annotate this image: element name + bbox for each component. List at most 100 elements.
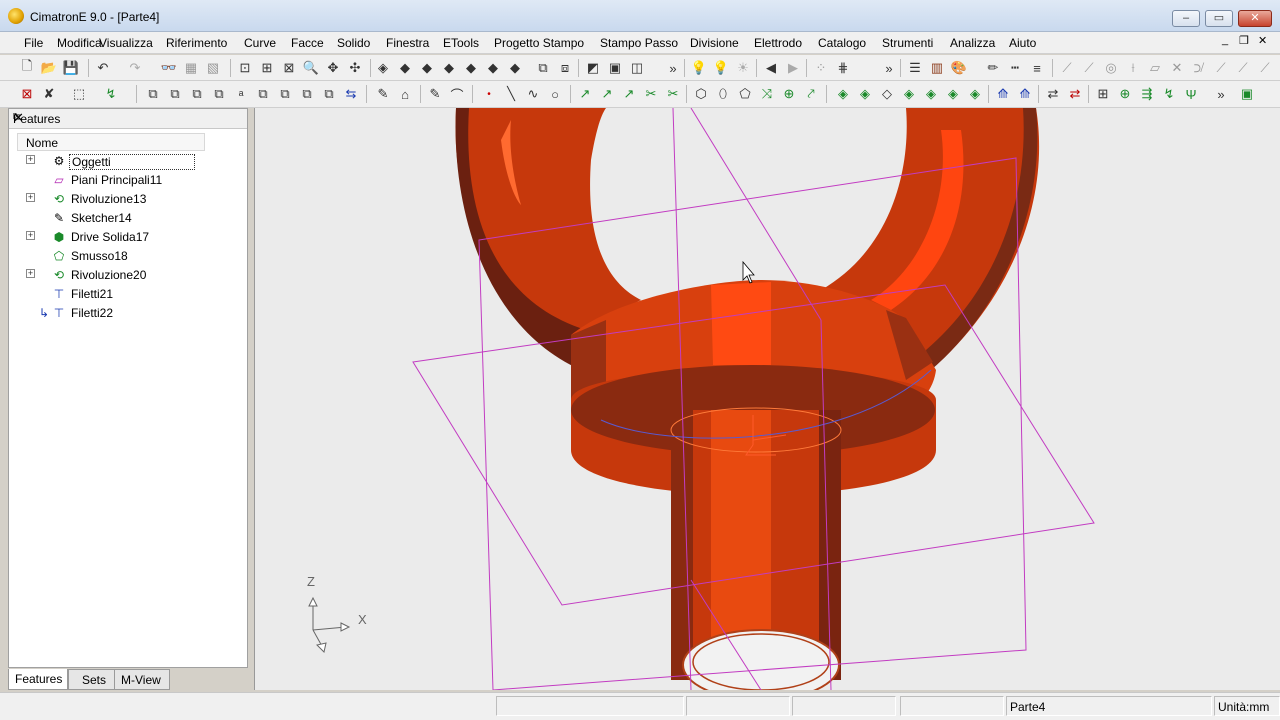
menu-etools[interactable]: ETools [443,36,479,50]
tree-item-smusso18[interactable]: ⬠ Smusso18 [9,247,239,266]
expand-icon[interactable]: + [26,231,35,240]
swap-icon[interactable]: ⇆ [342,85,360,103]
tree-item-drive-solida17[interactable]: + ⬢ Drive Solida17 [9,228,239,247]
layer-icon[interactable]: ☰ [906,59,924,77]
mold-icon[interactable]: ⊞ [1094,85,1112,103]
menu-divisione[interactable]: Divisione [690,36,739,50]
tree-item-oggetti[interactable]: + ⚙ Oggetti [9,152,239,171]
analysis-icon[interactable]: ⇄ [1044,85,1062,103]
curve-tool-10-icon[interactable]: ⟋ [1256,59,1274,77]
save-icon[interactable]: 💾 [62,59,80,77]
pan-icon[interactable]: ✥ [324,59,342,77]
curve-tool-8-icon[interactable]: ⟋ [1212,59,1230,77]
rotate-icon[interactable]: ✣ [346,59,364,77]
menu-progetto-stampo[interactable]: Progetto Stampo [494,36,584,50]
mold3-icon[interactable]: ⇶ [1138,85,1156,103]
minimize-button[interactable]: – [1172,10,1200,27]
break-icon[interactable]: ✂ [664,85,682,103]
menu-curve[interactable]: Curve [244,36,276,50]
arrow-left-icon[interactable]: ◀ [762,59,780,77]
sketch3-icon[interactable]: ✎ [426,85,444,103]
cube-left-icon[interactable]: ◆ [462,59,480,77]
sweep-icon[interactable]: ⬠ [736,85,754,103]
menu-modifica[interactable]: Modifica [57,36,102,50]
menu-facce[interactable]: Facce [291,36,324,50]
grid-icon[interactable]: ⋕ [834,59,852,77]
redo-icon[interactable]: ↷ [126,59,144,77]
cube-front-icon[interactable]: ◆ [418,59,436,77]
more-icon[interactable]: » [664,59,682,77]
more3-icon[interactable]: » [1212,85,1230,103]
expand-icon[interactable]: + [26,155,35,164]
pen-icon[interactable]: ✏ [984,59,1002,77]
graphics-viewport[interactable]: Z X [254,108,1280,690]
cube-iso-icon[interactable]: ◈ [374,59,392,77]
zoom-area-icon[interactable]: ⊠ [280,59,298,77]
zoom-icon[interactable]: 🔍 [302,59,320,77]
color-icon[interactable]: 🎨 [950,59,968,77]
surface-icon[interactable]: ◈ [900,85,918,103]
copy-icon[interactable]: ⧉ [144,85,162,103]
draft-icon[interactable]: ⤤ [802,85,820,103]
curve-tool-5-icon[interactable]: ▱ [1146,59,1164,77]
line-style-icon[interactable]: ┅ [1006,59,1024,77]
boolean-icon[interactable]: ◈ [856,85,874,103]
menu-visualizza[interactable]: Visualizza [99,36,153,50]
tab-sets[interactable]: Sets [68,669,120,690]
menu-elettrodo[interactable]: Elettrodo [754,36,802,50]
mdi-close-button[interactable]: ✕ [1258,34,1267,47]
arc-icon[interactable]: ∿ [524,85,542,103]
panel-close-icon[interactable]: ✕ [13,110,242,126]
sketch4-icon[interactable]: ⌒ [448,85,466,103]
light-icon[interactable]: 💡 [712,59,730,77]
spline-icon[interactable]: ↗ [576,85,594,103]
curve-tool-2-icon[interactable]: ⟋ [1080,59,1098,77]
circle-icon[interactable]: ○ [546,85,564,103]
menu-catalogo[interactable]: Catalogo [818,36,866,50]
trim-icon[interactable]: ↗ [620,85,638,103]
line-icon[interactable]: ╲ [502,85,520,103]
blend-icon[interactable]: ⊕ [780,85,798,103]
cube-top-icon[interactable]: ◆ [396,59,414,77]
delete-icon[interactable]: ✘ [40,85,58,103]
line-weight-icon[interactable]: ≡ [1028,59,1046,77]
rotate2-icon[interactable]: ⧉ [210,85,228,103]
shell-icon[interactable]: ◈ [834,85,852,103]
cube-right-icon[interactable]: ◆ [440,59,458,77]
tree-item-rivoluzione13[interactable]: + ⟲ Rivoluzione13 [9,190,239,209]
point-icon[interactable]: • [480,85,498,103]
cube-bottom-icon[interactable]: ◆ [506,59,524,77]
column-header-nome[interactable]: Nome [17,133,205,151]
mold2-icon[interactable]: ⊕ [1116,85,1134,103]
filter-icon[interactable]: ⬚ [70,85,88,103]
cube-back-icon[interactable]: ◆ [484,59,502,77]
settings-icon[interactable]: ▣ [1238,85,1256,103]
revolve-icon[interactable]: ⬯ [714,85,732,103]
mold5-icon[interactable]: Ψ [1182,85,1200,103]
curve-tool-1-icon[interactable]: ⟋ [1058,59,1076,77]
zoom-window-icon[interactable]: ⊞ [258,59,276,77]
menu-finestra[interactable]: Finestra [386,36,429,50]
surface4-icon[interactable]: ◈ [966,85,984,103]
view2-icon[interactable]: ▧ [204,59,222,77]
analysis2-icon[interactable]: ⇄ [1066,85,1084,103]
tab-m-view[interactable]: M-View [114,669,170,690]
tree-item-filetti21[interactable]: ⊤ Filetti21 [9,285,239,304]
surface3-icon[interactable]: ◈ [944,85,962,103]
view-manage-icon[interactable]: ⧉ [534,59,552,77]
glasses-icon[interactable]: 👓 [160,59,178,77]
table-icon[interactable]: ▥ [928,59,946,77]
new-icon[interactable]: 🗋 [18,58,36,77]
pattern-icon[interactable]: ⧉ [254,85,272,103]
sketch-icon[interactable]: ✎ [374,85,392,103]
face-icon[interactable]: ◇ [878,85,896,103]
mdi-minimize-button[interactable]: _ [1222,34,1228,46]
select-icon[interactable]: ⊠ [18,85,36,103]
transform-icon[interactable]: ⧉ [276,85,294,103]
menu-file[interactable]: File [24,36,43,50]
mdi-restore-button[interactable]: ❐ [1239,34,1249,47]
mirror-icon[interactable]: ⧉ [188,85,206,103]
tree-item-piani-principali[interactable]: ▱ Piani Principali11 [9,171,239,190]
tree-item-filetti22[interactable]: ↳ ⊤ Filetti22 [9,304,239,323]
extend-icon[interactable]: ✂ [642,85,660,103]
